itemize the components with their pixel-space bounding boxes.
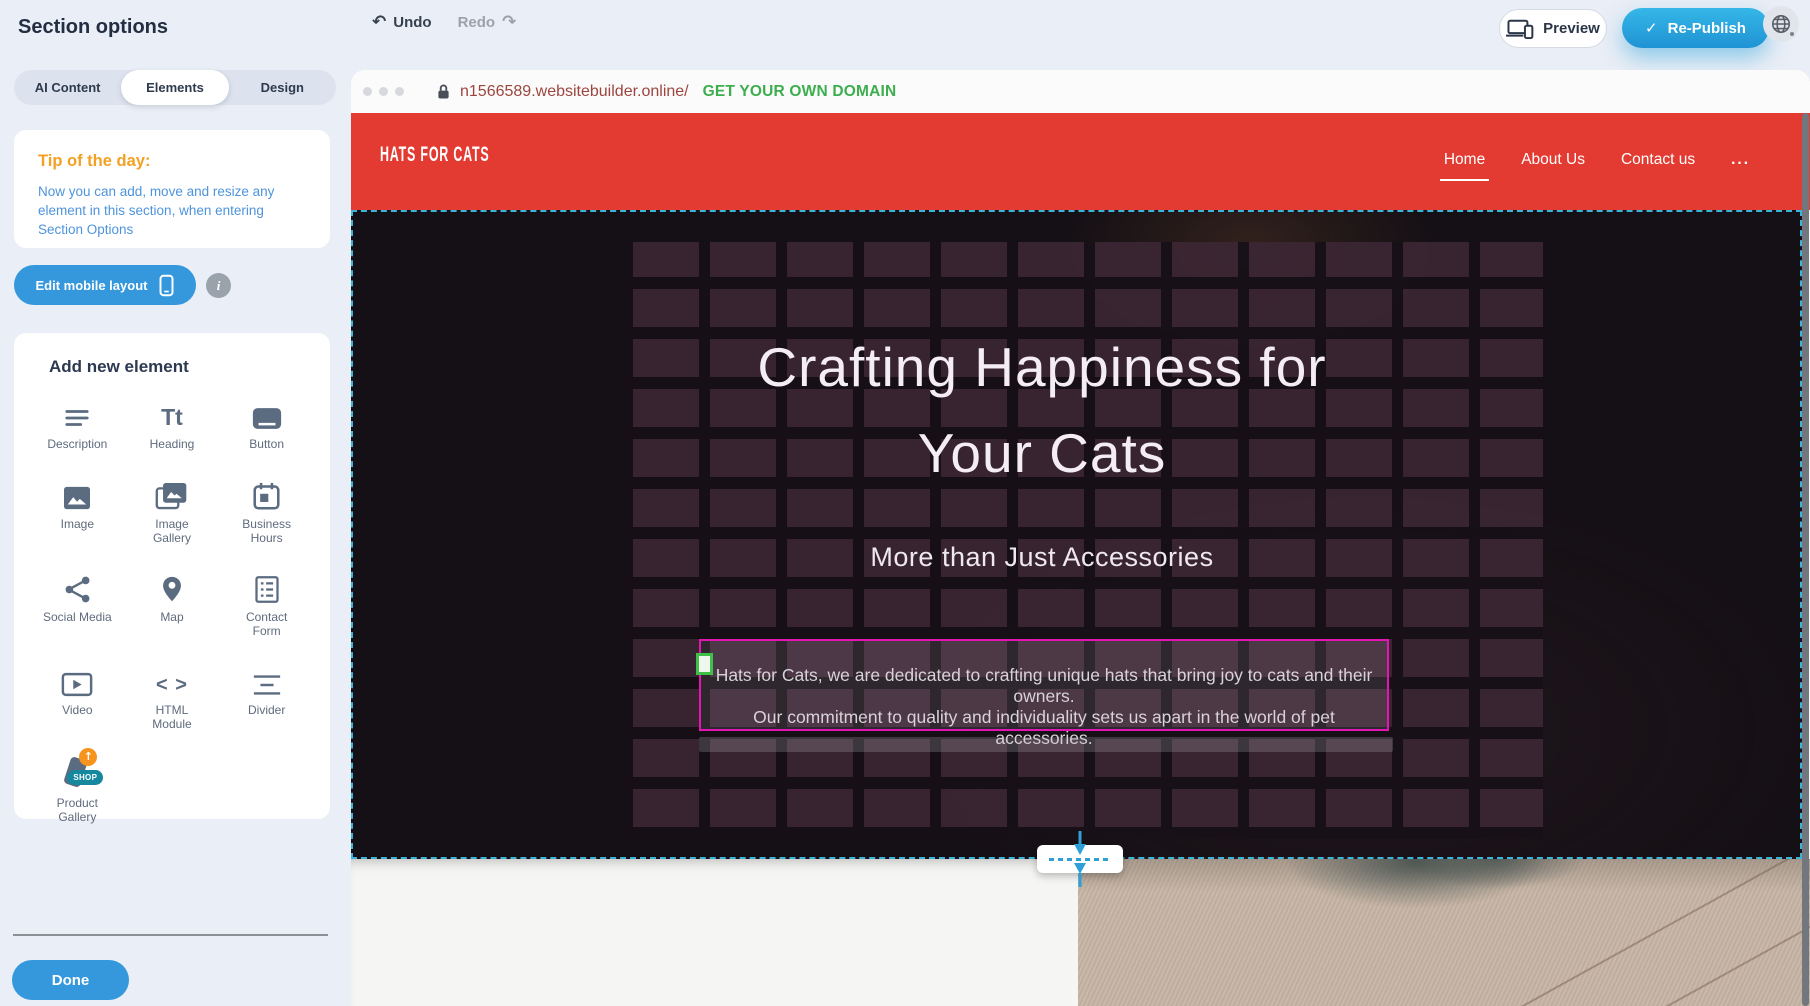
element-heading[interactable]: Tt Heading <box>125 395 220 452</box>
next-section-image <box>1078 859 1810 1006</box>
language-globe-button[interactable] <box>1763 6 1799 42</box>
window-dot <box>395 87 404 96</box>
divider-icon <box>252 661 282 697</box>
site-header: HATS FOR CATS Home About Us Contact us .… <box>351 113 1810 210</box>
element-button[interactable]: Button <box>219 395 314 452</box>
heading-icon: Tt <box>161 395 183 431</box>
preview-devices-icon <box>1506 18 1534 40</box>
section-options-tabs: AI Content Elements Design <box>14 70 336 105</box>
undo-label: Undo <box>393 14 431 31</box>
get-domain-link[interactable]: GET YOUR OWN DOMAIN <box>703 83 897 101</box>
business-hours-icon <box>252 475 281 511</box>
tip-title: Tip of the day: <box>38 152 150 171</box>
republish-label: Re-Publish <box>1668 20 1746 37</box>
element-divider[interactable]: Divider <box>219 661 314 731</box>
done-button[interactable]: Done <box>12 960 129 1000</box>
map-pin-icon <box>159 568 185 604</box>
lock-icon <box>437 83 450 100</box>
element-video[interactable]: Video <box>30 661 125 731</box>
product-gallery-icon: ↑ SHOP <box>57 754 97 790</box>
mobile-phone-icon <box>159 274 174 297</box>
site-logo[interactable]: HATS FOR CATS <box>380 144 490 167</box>
globe-status-dot <box>1788 30 1796 38</box>
window-dot <box>379 87 388 96</box>
site-nav: Home About Us Contact us ... <box>1444 151 1750 169</box>
hero-heading-line2: Your Cats <box>531 410 1553 496</box>
hero-subheading[interactable]: More than Just Accessories <box>531 542 1553 573</box>
vertical-scrollbar[interactable] <box>1802 113 1809 1006</box>
element-contact-form[interactable]: Contact Form <box>219 568 314 638</box>
hero-section-selected[interactable]: Crafting Happiness for Your Cats More th… <box>351 210 1802 859</box>
undo-button[interactable]: ↶ Undo <box>372 14 432 31</box>
element-map[interactable]: Map <box>125 568 220 638</box>
code-icon: < > <box>156 661 188 697</box>
video-icon <box>61 661 93 697</box>
info-icon[interactable]: i <box>206 273 231 298</box>
edit-mobile-label: Edit mobile layout <box>36 278 148 293</box>
redo-button[interactable]: Redo ↷ <box>458 14 517 31</box>
element-grid: Description Tt Heading Button Image <box>30 395 314 824</box>
nav-more[interactable]: ... <box>1731 151 1750 169</box>
button-icon <box>251 395 283 431</box>
sidebar-divider <box>13 934 328 936</box>
tab-design[interactable]: Design <box>229 70 336 105</box>
element-social-media[interactable]: Social Media <box>30 568 125 638</box>
contact-form-icon <box>253 568 281 604</box>
tab-elements[interactable]: Elements <box>121 70 228 105</box>
undo-icon: ↶ <box>372 14 386 31</box>
preview-label: Preview <box>1543 20 1600 37</box>
tip-body: Now you can add, move and resize any ele… <box>38 182 302 239</box>
image-icon <box>62 475 92 511</box>
page-title: Section options <box>18 16 168 39</box>
element-business-hours[interactable]: Business Hours <box>219 475 314 545</box>
nav-contact-us[interactable]: Contact us <box>1621 151 1695 169</box>
edit-mobile-layout-button[interactable]: Edit mobile layout <box>14 265 196 305</box>
check-icon: ✓ <box>1645 19 1658 37</box>
shop-badge: SHOP <box>67 770 103 785</box>
window-dot <box>363 87 372 96</box>
description-element-selected[interactable]: Hats for Cats, we are dedicated to craft… <box>699 639 1389 731</box>
undo-redo-group: ↶ Undo Redo ↷ <box>372 14 516 31</box>
tab-ai-content[interactable]: AI Content <box>14 70 121 105</box>
next-section[interactable] <box>351 859 1810 1006</box>
upgrade-arrow-icon: ↑ <box>79 748 97 766</box>
app: Section options ↶ Undo Redo ↷ Preview ✓ … <box>0 0 1810 1006</box>
text-lines-icon <box>62 395 92 431</box>
tip-of-the-day-card: Tip of the day: Now you can add, move an… <box>14 130 330 248</box>
nav-about-us[interactable]: About Us <box>1521 151 1585 169</box>
section-resize-handle[interactable] <box>1037 845 1123 873</box>
republish-button[interactable]: ✓ Re-Publish <box>1622 8 1769 48</box>
nav-home[interactable]: Home <box>1444 151 1485 169</box>
browser-chrome-bar: n1566589.websitebuilder.online/ GET YOUR… <box>351 70 1810 113</box>
element-product-gallery[interactable]: ↑ SHOP Product Gallery <box>30 754 125 824</box>
pavement-joint-line <box>1476 859 1810 1006</box>
element-image-gallery[interactable]: Image Gallery <box>125 475 220 545</box>
hero-heading[interactable]: Crafting Happiness for Your Cats <box>531 324 1553 496</box>
preview-button[interactable]: Preview <box>1499 9 1607 48</box>
element-html-module[interactable]: < > HTML Module <box>125 661 220 731</box>
hero-heading-line1: Crafting Happiness for <box>531 324 1553 410</box>
element-ghost-bar <box>699 737 1393 752</box>
site-url[interactable]: n1566589.websitebuilder.online/ <box>460 83 689 101</box>
element-image[interactable]: Image <box>30 475 125 545</box>
image-gallery-icon <box>155 475 189 511</box>
social-share-icon <box>63 568 92 604</box>
element-description[interactable]: Description <box>30 395 125 452</box>
add-new-element-panel: Add new element Description Tt Heading B… <box>14 333 330 819</box>
redo-icon: ↷ <box>502 14 516 31</box>
redo-label: Redo <box>458 14 496 31</box>
add-new-element-title: Add new element <box>49 357 189 377</box>
resize-dash-line <box>1049 858 1111 861</box>
